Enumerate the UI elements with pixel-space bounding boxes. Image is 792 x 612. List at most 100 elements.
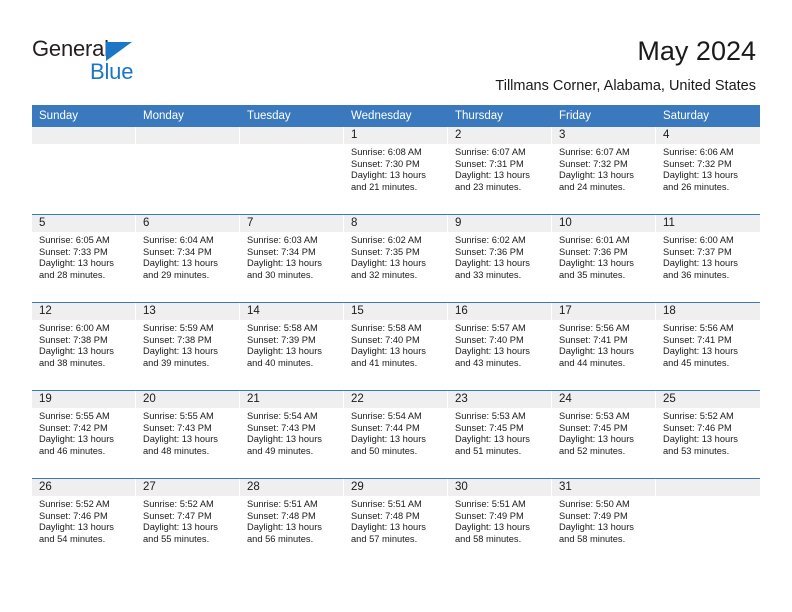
calendar-day-cell[interactable]: 31 Sunrise: 5:50 AM Sunset: 7:49 PM Dayl… (552, 479, 656, 566)
calendar-day-cell[interactable]: 27 Sunrise: 5:52 AM Sunset: 7:47 PM Dayl… (136, 479, 240, 566)
day-details: Sunrise: 5:55 AM Sunset: 7:42 PM Dayligh… (32, 408, 135, 457)
day-number: 15 (344, 303, 447, 320)
day-number (656, 479, 760, 496)
day-details: Sunrise: 5:56 AM Sunset: 7:41 PM Dayligh… (552, 320, 655, 369)
page-subtitle: Tillmans Corner, Alabama, United States (495, 78, 756, 94)
calendar-day-cell[interactable]: 7 Sunrise: 6:03 AM Sunset: 7:34 PM Dayli… (240, 215, 344, 302)
calendar-day-cell[interactable]: 25 Sunrise: 5:52 AM Sunset: 7:46 PM Dayl… (656, 391, 760, 478)
daylight-text-line1: Daylight: 13 hours (455, 170, 530, 181)
calendar-day-cell[interactable]: 21 Sunrise: 5:54 AM Sunset: 7:43 PM Dayl… (240, 391, 344, 478)
daylight-text-line1: Daylight: 13 hours (351, 170, 426, 181)
weekday-header-saturday: Saturday (663, 110, 710, 122)
sunset-text: Sunset: 7:38 PM (143, 334, 212, 345)
day-details: Sunrise: 6:00 AM Sunset: 7:38 PM Dayligh… (32, 320, 135, 369)
weekday-header-tuesday: Tuesday (247, 110, 291, 122)
calendar-day-cell[interactable]: 16 Sunrise: 5:57 AM Sunset: 7:40 PM Dayl… (448, 303, 552, 390)
brand-logo[interactable]: General Blue (32, 36, 162, 88)
calendar-day-cell[interactable]: 8 Sunrise: 6:02 AM Sunset: 7:35 PM Dayli… (344, 215, 448, 302)
calendar-week-row: 19 Sunrise: 5:55 AM Sunset: 7:42 PM Dayl… (32, 390, 760, 478)
calendar-day-cell (136, 127, 240, 214)
calendar-day-cell[interactable]: 4 Sunrise: 6:06 AM Sunset: 7:32 PM Dayli… (656, 127, 760, 214)
daylight-text-line2: and 39 minutes. (143, 357, 210, 368)
sunset-text: Sunset: 7:49 PM (455, 510, 524, 521)
day-number (240, 127, 343, 144)
sunset-text: Sunset: 7:41 PM (663, 334, 732, 345)
calendar-day-cell[interactable]: 9 Sunrise: 6:02 AM Sunset: 7:36 PM Dayli… (448, 215, 552, 302)
day-number: 8 (344, 215, 447, 232)
sunrise-text: Sunrise: 6:00 AM (39, 323, 110, 333)
day-number (32, 127, 135, 144)
sunset-text: Sunset: 7:47 PM (143, 510, 212, 521)
sunrise-text: Sunrise: 6:07 AM (559, 147, 630, 157)
weekday-header-friday: Friday (559, 110, 591, 122)
day-details: Sunrise: 6:05 AM Sunset: 7:33 PM Dayligh… (32, 232, 135, 281)
calendar-day-cell[interactable]: 26 Sunrise: 5:52 AM Sunset: 7:46 PM Dayl… (32, 479, 136, 566)
calendar-day-cell[interactable]: 15 Sunrise: 5:58 AM Sunset: 7:40 PM Dayl… (344, 303, 448, 390)
day-details: Sunrise: 6:00 AM Sunset: 7:37 PM Dayligh… (656, 232, 760, 281)
daylight-text-line2: and 57 minutes. (351, 533, 418, 544)
daylight-text-line2: and 46 minutes. (39, 445, 106, 456)
daylight-text-line2: and 53 minutes. (663, 445, 730, 456)
daylight-text-line1: Daylight: 13 hours (351, 522, 426, 533)
sunset-text: Sunset: 7:43 PM (247, 422, 316, 433)
day-number: 21 (240, 391, 343, 408)
daylight-text-line1: Daylight: 13 hours (247, 522, 322, 533)
day-details: Sunrise: 5:58 AM Sunset: 7:40 PM Dayligh… (344, 320, 447, 369)
calendar-week-row: 26 Sunrise: 5:52 AM Sunset: 7:46 PM Dayl… (32, 478, 760, 566)
daylight-text-line1: Daylight: 13 hours (663, 258, 738, 269)
calendar-day-cell[interactable]: 14 Sunrise: 5:58 AM Sunset: 7:39 PM Dayl… (240, 303, 344, 390)
day-number: 19 (32, 391, 135, 408)
day-number: 11 (656, 215, 760, 232)
sunrise-text: Sunrise: 6:02 AM (351, 235, 422, 245)
daylight-text-line1: Daylight: 13 hours (559, 346, 634, 357)
day-details: Sunrise: 5:52 AM Sunset: 7:46 PM Dayligh… (32, 496, 135, 545)
day-number: 30 (448, 479, 551, 496)
daylight-text-line1: Daylight: 13 hours (143, 258, 218, 269)
sunset-text: Sunset: 7:37 PM (663, 246, 732, 257)
daylight-text-line1: Daylight: 13 hours (143, 434, 218, 445)
weekday-header-wednesday: Wednesday (351, 110, 412, 122)
sunrise-text: Sunrise: 5:56 AM (559, 323, 630, 333)
calendar-day-cell[interactable]: 24 Sunrise: 5:53 AM Sunset: 7:45 PM Dayl… (552, 391, 656, 478)
calendar-day-cell[interactable]: 12 Sunrise: 6:00 AM Sunset: 7:38 PM Dayl… (32, 303, 136, 390)
calendar-day-cell[interactable]: 28 Sunrise: 5:51 AM Sunset: 7:48 PM Dayl… (240, 479, 344, 566)
sunset-text: Sunset: 7:38 PM (39, 334, 108, 345)
daylight-text-line2: and 58 minutes. (559, 533, 626, 544)
sunset-text: Sunset: 7:45 PM (559, 422, 628, 433)
calendar-day-cell[interactable]: 1 Sunrise: 6:08 AM Sunset: 7:30 PM Dayli… (344, 127, 448, 214)
sunset-text: Sunset: 7:48 PM (247, 510, 316, 521)
calendar-day-cell[interactable]: 30 Sunrise: 5:51 AM Sunset: 7:49 PM Dayl… (448, 479, 552, 566)
calendar-day-cell[interactable]: 6 Sunrise: 6:04 AM Sunset: 7:34 PM Dayli… (136, 215, 240, 302)
daylight-text-line1: Daylight: 13 hours (143, 346, 218, 357)
calendar-day-cell[interactable]: 11 Sunrise: 6:00 AM Sunset: 7:37 PM Dayl… (656, 215, 760, 302)
sunrise-text: Sunrise: 6:03 AM (247, 235, 318, 245)
daylight-text-line1: Daylight: 13 hours (351, 258, 426, 269)
daylight-text-line2: and 40 minutes. (247, 357, 314, 368)
sunset-text: Sunset: 7:32 PM (663, 158, 732, 169)
calendar-day-cell[interactable]: 18 Sunrise: 5:56 AM Sunset: 7:41 PM Dayl… (656, 303, 760, 390)
day-details: Sunrise: 6:08 AM Sunset: 7:30 PM Dayligh… (344, 144, 447, 193)
daylight-text-line2: and 51 minutes. (455, 445, 522, 456)
calendar-day-cell[interactable]: 2 Sunrise: 6:07 AM Sunset: 7:31 PM Dayli… (448, 127, 552, 214)
calendar-day-cell[interactable]: 5 Sunrise: 6:05 AM Sunset: 7:33 PM Dayli… (32, 215, 136, 302)
day-number: 28 (240, 479, 343, 496)
calendar-day-cell[interactable]: 29 Sunrise: 5:51 AM Sunset: 7:48 PM Dayl… (344, 479, 448, 566)
sunset-text: Sunset: 7:40 PM (455, 334, 524, 345)
calendar-day-cell[interactable]: 3 Sunrise: 6:07 AM Sunset: 7:32 PM Dayli… (552, 127, 656, 214)
calendar-week-row: 1 Sunrise: 6:08 AM Sunset: 7:30 PM Dayli… (32, 127, 760, 214)
calendar-day-cell[interactable]: 22 Sunrise: 5:54 AM Sunset: 7:44 PM Dayl… (344, 391, 448, 478)
calendar-day-cell[interactable]: 23 Sunrise: 5:53 AM Sunset: 7:45 PM Dayl… (448, 391, 552, 478)
weekday-header-monday: Monday (143, 110, 184, 122)
calendar-day-cell[interactable]: 13 Sunrise: 5:59 AM Sunset: 7:38 PM Dayl… (136, 303, 240, 390)
day-number: 31 (552, 479, 655, 496)
day-details: Sunrise: 6:02 AM Sunset: 7:36 PM Dayligh… (448, 232, 551, 281)
calendar-day-cell[interactable]: 20 Sunrise: 5:55 AM Sunset: 7:43 PM Dayl… (136, 391, 240, 478)
page-header: General Blue May 2024 Tillmans Corner, A… (0, 0, 792, 104)
sunrise-text: Sunrise: 5:51 AM (351, 499, 422, 509)
sunset-text: Sunset: 7:33 PM (39, 246, 108, 257)
day-number: 26 (32, 479, 135, 496)
sunset-text: Sunset: 7:35 PM (351, 246, 420, 257)
calendar-day-cell[interactable]: 19 Sunrise: 5:55 AM Sunset: 7:42 PM Dayl… (32, 391, 136, 478)
calendar-day-cell[interactable]: 10 Sunrise: 6:01 AM Sunset: 7:36 PM Dayl… (552, 215, 656, 302)
calendar-day-cell[interactable]: 17 Sunrise: 5:56 AM Sunset: 7:41 PM Dayl… (552, 303, 656, 390)
